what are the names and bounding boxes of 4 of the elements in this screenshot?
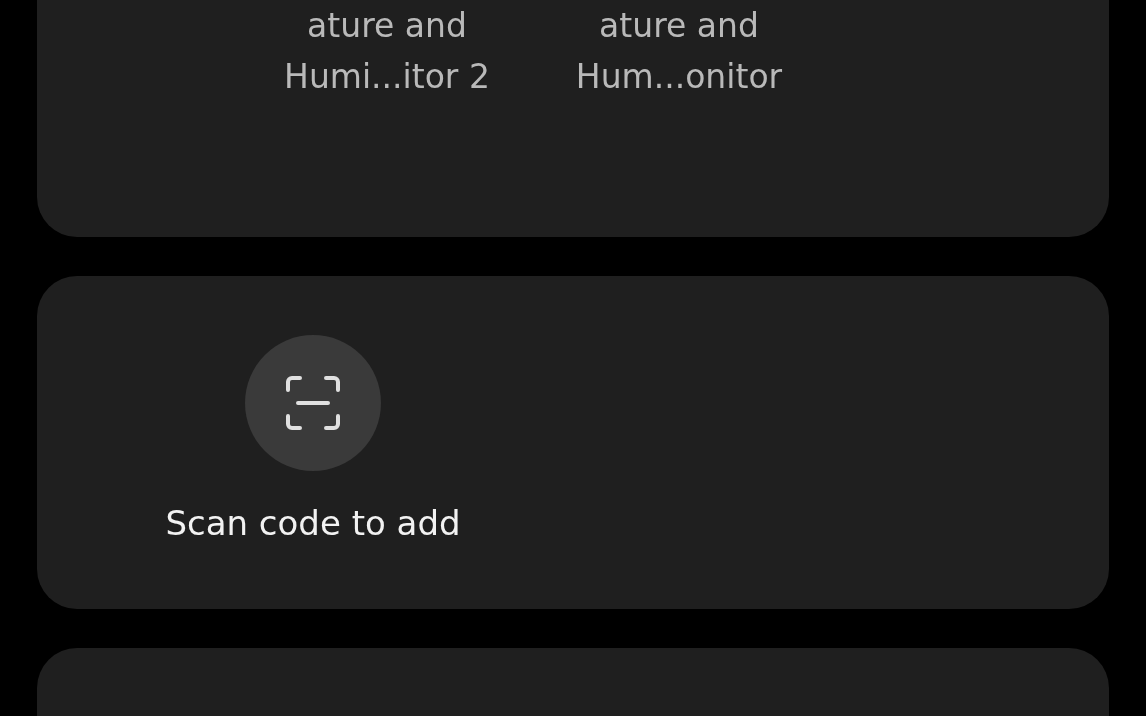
device-name[interactable]: ature and Humi...itor 2 <box>259 0 515 102</box>
device-name[interactable]: ature and Hum...onitor <box>551 0 807 102</box>
scan-icon <box>284 374 342 432</box>
scan-label: Scan code to add <box>165 502 461 545</box>
